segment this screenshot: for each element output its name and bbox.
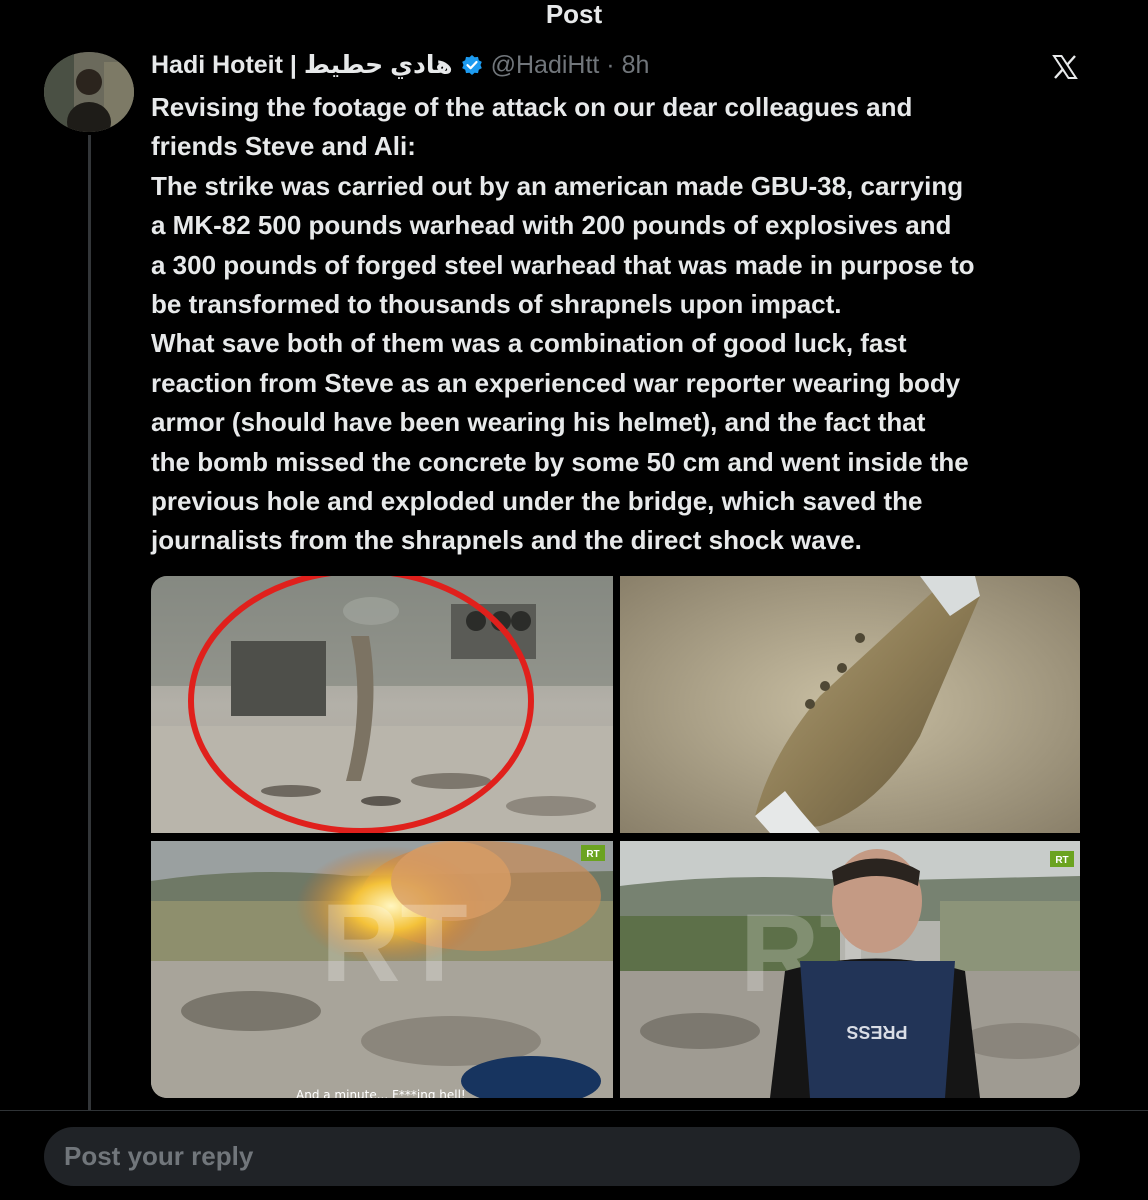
reply-input[interactable]: Post your reply <box>44 1127 1080 1186</box>
media-image-bomb-render[interactable] <box>620 576 1080 833</box>
x-logo-icon[interactable] <box>1052 54 1078 80</box>
thread-line <box>88 135 91 1110</box>
divider <box>0 1110 1148 1111</box>
verified-badge-icon <box>461 54 483 76</box>
post-text: Revising the footage of the attack on ou… <box>151 92 975 556</box>
video-caption: And a minute... F***ing hell! <box>296 1088 466 1098</box>
author-row: Hadi Hoteit | هادي حطيط @HadiHtt · 8h <box>151 48 649 82</box>
vest-label: PRESS <box>846 1022 907 1042</box>
media-image-bomb-impact[interactable] <box>151 576 613 833</box>
rt-logo-text: RT <box>586 849 599 860</box>
page-title: Post <box>545 0 603 29</box>
reply-placeholder: Post your reply <box>64 1141 254 1171</box>
media-image-reporter[interactable]: RT PRESS RT <box>620 841 1080 1098</box>
avatar[interactable] <box>44 52 134 132</box>
media-image-explosion[interactable]: RT RT And a minute... F***ing hell! <box>151 841 613 1098</box>
rt-logo-text-2: RT <box>1055 855 1068 866</box>
handle-and-time[interactable]: @HadiHtt · 8h <box>491 51 650 80</box>
watermark-text: RT <box>321 882 468 1005</box>
author-name[interactable]: Hadi Hoteit | هادي حطيط <box>151 50 453 80</box>
media-grid[interactable]: RT RT And a minute... F***ing hell! RT P… <box>151 576 1080 1098</box>
